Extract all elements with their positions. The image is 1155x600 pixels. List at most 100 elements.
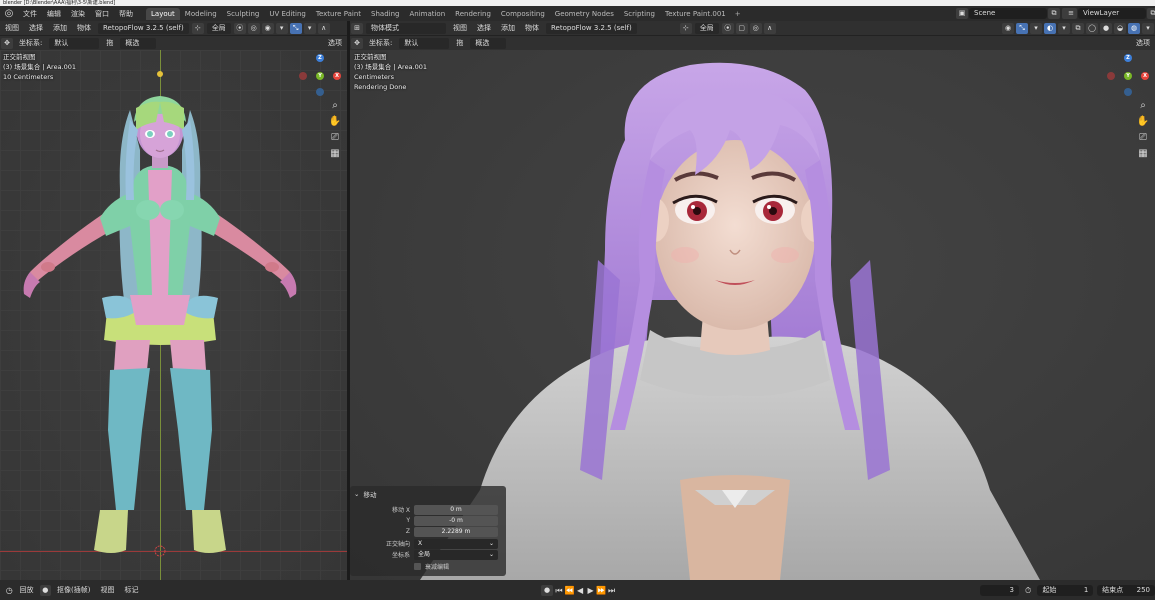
scene-copy-icon[interactable]: ⧉	[1048, 8, 1060, 19]
right-menu-view[interactable]: 视图	[448, 23, 472, 33]
left-viewport-canvas[interactable]: 正交前视图 (3) 场景集合 | Area.001 10 Centimeters…	[0, 50, 347, 580]
right-snap-icon[interactable]: ⦿	[721, 22, 734, 34]
move-x-field[interactable]: 0 m	[414, 504, 498, 515]
blender-logo-icon[interactable]: ◎	[2, 7, 16, 21]
left-proportional-icon[interactable]: ◎	[247, 22, 260, 34]
gizmo-y-icon[interactable]: Y	[316, 72, 324, 80]
move-y-field[interactable]: -0 m	[414, 515, 498, 526]
jump-end-icon[interactable]: ⏭	[606, 585, 617, 596]
right-mode-dropdown[interactable]: 物体模式	[366, 22, 446, 34]
tab-compositing[interactable]: Compositing	[496, 8, 550, 20]
right-pivot-icon[interactable]: ⊹	[679, 22, 692, 34]
right-overlay-toggle-icon[interactable]: ◐	[1044, 22, 1056, 34]
right-zoom-icon[interactable]: ⌕	[1136, 99, 1150, 113]
ortho-axis-dropdown[interactable]: X ⌄	[414, 538, 498, 549]
right-shading-rendered-icon[interactable]: ◍	[1128, 22, 1140, 34]
left-zoom-icon[interactable]: ⌕	[328, 99, 342, 113]
move-operator-panel[interactable]: ⌄ 移动 移动 X 0 m Y -0 m Z 2.2289 m 正交轴向 X ⌄ …	[350, 486, 506, 576]
timeline-view-menu[interactable]: 视图	[95, 585, 119, 595]
right-move-tool-icon[interactable]: ✥	[351, 37, 363, 49]
tab-modeling[interactable]: Modeling	[180, 8, 222, 20]
preview-range-stopwatch-icon[interactable]: ⏱	[1023, 585, 1034, 596]
record-icon[interactable]: ●	[541, 584, 553, 596]
keying-record-icon[interactable]: ●	[39, 584, 51, 596]
left-pivot-icon[interactable]: ⊹	[191, 22, 204, 34]
menu-window[interactable]: 窗口	[90, 9, 114, 19]
left-gizmo-dropdown-icon[interactable]: ▾	[303, 22, 316, 34]
right-gizmo-y-icon[interactable]: Y	[1124, 72, 1132, 80]
right-addon-dropdown[interactable]: RetopoFlow 3.2.5 (self)	[546, 22, 637, 34]
left-navigation-gizmo[interactable]: Z Y X	[298, 52, 341, 96]
right-xray-icon[interactable]: ⧉	[1072, 22, 1084, 34]
move-z-field[interactable]: 2.2289 m	[414, 526, 498, 537]
right-gizmo-x-icon[interactable]: X	[1141, 72, 1149, 80]
right-pan-hand-icon[interactable]: ✋	[1136, 115, 1150, 129]
left-snap-icon[interactable]: ⦿	[233, 22, 246, 34]
tab-shading[interactable]: Shading	[366, 8, 404, 20]
right-coord-dropdown[interactable]: 默认	[399, 37, 450, 49]
right-menu-select[interactable]: 选择	[472, 23, 496, 33]
falloff-checkbox[interactable]	[414, 563, 421, 570]
next-keyframe-icon[interactable]: ⏩	[596, 585, 607, 596]
start-frame-field[interactable]: 起始 1	[1037, 584, 1094, 596]
left-overlay-dropdown-icon[interactable]: ▾	[275, 22, 288, 34]
right-gizmo-neg-z-icon[interactable]	[1124, 88, 1132, 96]
left-options-menu[interactable]: 选项	[323, 38, 347, 48]
timeline-keying-menu[interactable]: 抠像(插帧)	[52, 585, 95, 595]
add-workspace-icon[interactable]: +	[731, 10, 745, 18]
right-shading-material-icon[interactable]: ◒	[1114, 22, 1126, 34]
right-grid-view-icon[interactable]: ▦	[1136, 147, 1150, 161]
view-layer-selector[interactable]: ≡ ViewLayer ⧉	[1064, 6, 1155, 21]
prev-keyframe-icon[interactable]: ⏪	[564, 585, 575, 596]
play-icon[interactable]: ▶	[585, 585, 596, 596]
play-reverse-icon[interactable]: ◀	[575, 585, 586, 596]
tab-uv-editing[interactable]: UV Editing	[264, 8, 311, 20]
scene-selector[interactable]: ▣ Scene ⧉ ✕	[955, 6, 1075, 21]
right-gizmo-neg-x-icon[interactable]	[1107, 72, 1115, 80]
view-layer-copy-icon[interactable]: ⧉	[1147, 8, 1155, 19]
tab-geometry-nodes[interactable]: Geometry Nodes	[550, 8, 619, 20]
tab-texture-paint-001[interactable]: Texture Paint.001	[660, 8, 731, 20]
gizmo-z-icon[interactable]: Z	[316, 54, 324, 62]
right-proportional-icon[interactable]: ◎	[749, 22, 762, 34]
right-transform-dropdown[interactable]: 全局	[694, 22, 719, 34]
right-shading-wire-icon[interactable]: ◯	[1086, 22, 1098, 34]
left-coord-dropdown[interactable]: 默认	[49, 37, 100, 49]
right-visibility-icon[interactable]: ◉	[1002, 22, 1014, 34]
tab-texture-paint[interactable]: Texture Paint	[311, 8, 366, 20]
right-navigation-gizmo[interactable]: Z Y X	[1106, 52, 1149, 96]
right-editor-type-icon[interactable]: ⊞	[351, 22, 363, 34]
orientation-dropdown[interactable]: 全局 ⌄	[414, 549, 498, 560]
right-menu-add[interactable]: 添加	[496, 23, 520, 33]
stylized-character-model[interactable]	[0, 50, 347, 580]
right-shading-solid-icon[interactable]: ●	[1100, 22, 1112, 34]
timeline-playback-menu[interactable]: 回放	[15, 585, 39, 595]
right-gizmo-dropdown-icon[interactable]: ▾	[1030, 22, 1042, 34]
menu-render[interactable]: 渲染	[66, 9, 90, 19]
gizmo-neg-z-icon[interactable]	[316, 88, 324, 96]
left-viewport[interactable]: 视图 选择 添加 物体 RetopoFlow 3.2.5 (self) ⊹ 全局…	[0, 21, 347, 580]
tab-scripting[interactable]: Scripting	[619, 8, 660, 20]
menu-file[interactable]: 文件	[18, 9, 42, 19]
left-xray-icon[interactable]: ∧	[317, 22, 330, 34]
gizmo-neg-x-icon[interactable]	[299, 72, 307, 80]
jump-start-icon[interactable]: ⏮	[554, 585, 565, 596]
tab-sculpting[interactable]: Sculpting	[222, 8, 265, 20]
right-shading-dropdown-icon[interactable]: ▾	[1142, 22, 1154, 34]
right-gizmo-z-icon[interactable]: Z	[1124, 54, 1132, 62]
left-menu-add[interactable]: 添加	[48, 23, 72, 33]
gizmo-x-icon[interactable]: X	[333, 72, 341, 80]
tab-layout[interactable]: Layout	[146, 7, 180, 20]
right-overlay-dropdown-icon[interactable]: ▾	[1058, 22, 1070, 34]
operator-panel-header[interactable]: ⌄ 移动	[354, 488, 376, 499]
collapse-chevron-icon[interactable]: ⌄	[354, 490, 359, 498]
right-options-menu[interactable]: 选项	[1131, 38, 1155, 48]
right-snap-target-icon[interactable]: ▢	[735, 22, 748, 34]
left-transform-dropdown[interactable]: 全局	[206, 22, 231, 34]
left-pan-hand-icon[interactable]: ✋	[328, 115, 342, 129]
timeline-marker-menu[interactable]: 标记	[119, 585, 143, 595]
view-layer-field[interactable]: ViewLayer	[1078, 8, 1146, 19]
right-select-mode-dropdown[interactable]: 概选	[470, 37, 507, 49]
left-grid-view-icon[interactable]: ▦	[328, 147, 342, 161]
left-camera-icon[interactable]: ⎚	[328, 131, 342, 145]
